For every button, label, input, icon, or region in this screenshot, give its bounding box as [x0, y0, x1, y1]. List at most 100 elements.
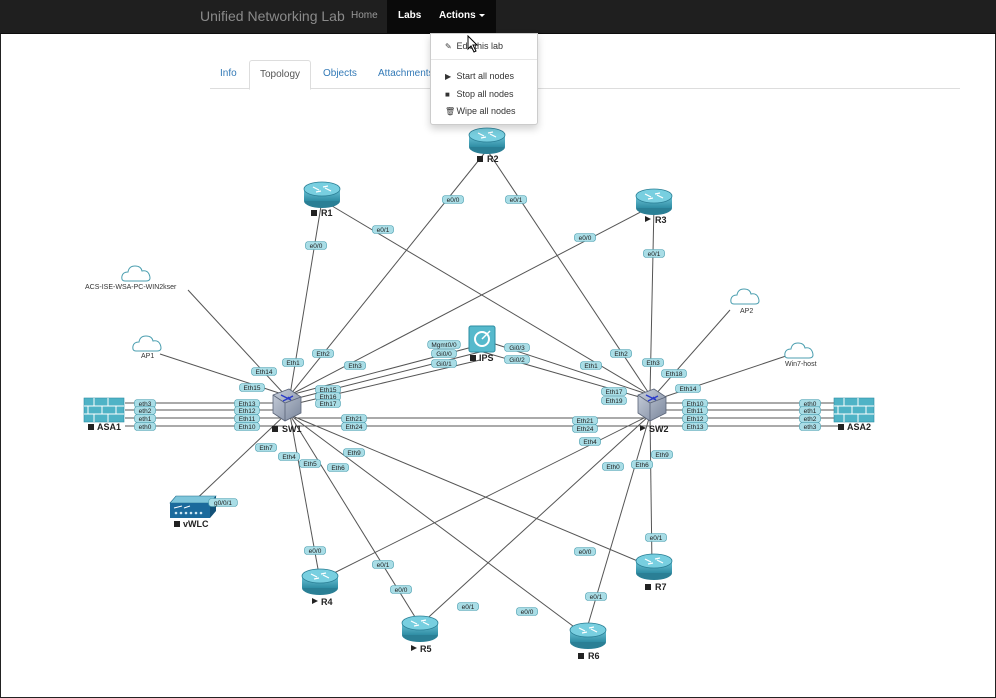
svg-text:e0/1: e0/1: [648, 251, 661, 258]
port-label-ips-g0: Gi0/0: [431, 349, 457, 358]
svg-text:Eth1: Eth1: [286, 360, 300, 367]
label-r1: R1: [311, 208, 333, 218]
port-label-sw1-eth21: Eth21: [341, 414, 367, 423]
svg-text:Eth3: Eth3: [348, 363, 362, 370]
port-label-sw1-eth4: Eth4: [278, 452, 300, 461]
port-label-sw2-eth24: Eth24: [572, 424, 598, 433]
svg-text:Eth0: Eth0: [606, 464, 620, 471]
svg-text:R7: R7: [655, 582, 667, 592]
stop-icon: ■: [445, 90, 450, 99]
svg-text:Eth24: Eth24: [577, 426, 594, 433]
menu-wipe-all[interactable]: 🗑 Wipe all nodes: [445, 104, 516, 118]
router-r1[interactable]: [303, 181, 341, 209]
svg-text:e0/0: e0/0: [395, 587, 408, 594]
label-r4: R4: [312, 597, 333, 607]
actions-dropdown: ✎ Edit this lab ▶ Start all nodes ■ Stop…: [430, 33, 538, 125]
firewall-asa2[interactable]: [833, 397, 875, 423]
cloud-ap2[interactable]: [730, 288, 760, 305]
cloud-acs[interactable]: [121, 265, 151, 282]
port-label-r5-a: e0/0: [390, 585, 412, 594]
port-label-ips-g2: Gi0/2: [504, 355, 530, 364]
label-asa2: ASA2: [838, 422, 871, 432]
switch-sw2[interactable]: [637, 388, 667, 422]
port-label-r4-a: e0/0: [304, 546, 326, 555]
port-label-sw2-eth14: Eth14: [675, 384, 701, 393]
port-label-sw1-eth12: Eth12: [234, 406, 260, 415]
switch-sw1[interactable]: [272, 388, 302, 422]
port-label-sw2-eth18: Eth18: [661, 369, 687, 378]
port-label-sw2-eth2: Eth2: [610, 349, 632, 358]
port-label-vwlc-g: g0/0/1: [208, 498, 238, 507]
svg-text:e0/1: e0/1: [377, 562, 390, 569]
svg-text:IPS: IPS: [479, 353, 494, 363]
svg-text:Eth6: Eth6: [331, 465, 345, 472]
router-r2[interactable]: [468, 127, 506, 155]
menu-stop-all[interactable]: ■ Stop all nodes: [445, 87, 514, 101]
cloud-ap1[interactable]: [132, 335, 162, 352]
router-r7[interactable]: [635, 553, 673, 581]
svg-text:e0/0: e0/0: [579, 549, 592, 556]
svg-text:Eth14: Eth14: [256, 369, 273, 376]
svg-text:g0/0/1: g0/0/1: [214, 500, 232, 507]
svg-text:e0/1: e0/1: [590, 594, 603, 601]
router-r5[interactable]: [401, 615, 439, 643]
svg-text:Eth12: Eth12: [687, 416, 704, 423]
menu-start-all[interactable]: ▶ Start all nodes: [445, 69, 514, 83]
svg-text:Eth6: Eth6: [635, 462, 649, 469]
svg-text:Eth14: Eth14: [680, 386, 697, 393]
label-r3: R3: [645, 215, 667, 225]
router-r3[interactable]: [635, 188, 673, 216]
port-label-ips-g1: Gi0/1: [431, 359, 457, 368]
svg-text:e0/1: e0/1: [462, 604, 475, 611]
port-label-r6-b: e0/1: [585, 592, 607, 601]
svg-text:Gi0/3: Gi0/3: [509, 345, 525, 352]
svg-text:R4: R4: [321, 597, 333, 607]
port-label-sw1-eth14: Eth14: [251, 367, 277, 376]
svg-text:e0/0: e0/0: [521, 609, 534, 616]
svg-text:Eth21: Eth21: [577, 418, 594, 425]
port-label-sw1-eth10: Eth10: [234, 422, 260, 431]
port-label-r4-b: e0/1: [372, 560, 394, 569]
svg-text:Eth10: Eth10: [239, 424, 256, 431]
port-label-asa2-e1: eth1: [799, 406, 821, 415]
port-label-sw1-eth9: Eth9: [343, 448, 365, 457]
svg-text:Eth11: Eth11: [687, 408, 704, 415]
svg-text:Eth5: Eth5: [303, 461, 317, 468]
port-label-sw1-eth7: Eth7: [255, 443, 277, 452]
cloud-win7[interactable]: [784, 342, 814, 359]
port-label-sw2-eth17: Eth17: [601, 387, 627, 396]
port-label-sw2-eth13: Eth13: [682, 422, 708, 431]
port-label-sw2-eth1: Eth1: [580, 361, 602, 370]
port-label-sw2-eth6: Eth6: [631, 460, 653, 469]
svg-text:e0/0: e0/0: [579, 235, 592, 242]
svg-text:eth1: eth1: [804, 408, 817, 415]
port-label-r2-a: e0/0: [442, 195, 464, 204]
router-r4[interactable]: [301, 568, 339, 596]
ips-node[interactable]: [468, 325, 496, 353]
svg-text:SW2: SW2: [649, 424, 669, 434]
port-label-sw1-eth1: Eth1: [282, 358, 304, 367]
svg-text:eth1: eth1: [139, 416, 152, 423]
port-label-sw1-eth2: Eth2: [312, 349, 334, 358]
link-layer: [125, 149, 838, 636]
port-label-r3-a: e0/0: [574, 233, 596, 242]
trash-icon: 🗑: [445, 107, 456, 116]
port-label-asa1-e2: eth2: [134, 406, 156, 415]
label-r6: R6: [578, 651, 600, 661]
svg-text:eth2: eth2: [804, 416, 817, 423]
svg-text:Eth2: Eth2: [316, 351, 330, 358]
port-label-r1-b: e0/1: [372, 225, 394, 234]
svg-text:Eth18: Eth18: [666, 371, 683, 378]
label-ap2: AP2: [740, 308, 753, 315]
svg-text:ASA2: ASA2: [847, 422, 871, 432]
port-label-sw2-eth12: Eth12: [682, 414, 708, 423]
router-r6[interactable]: [569, 622, 607, 650]
port-label-sw1-eth24: Eth24: [341, 422, 367, 431]
svg-text:Eth21: Eth21: [346, 416, 363, 423]
svg-text:Eth24: Eth24: [346, 424, 363, 431]
firewall-asa1[interactable]: [83, 397, 125, 423]
svg-text:e0/0: e0/0: [310, 243, 323, 250]
svg-text:Eth7: Eth7: [259, 445, 273, 452]
port-label-sw2-eth4: Eth4: [579, 437, 601, 446]
port-label-sw2-eth0: Eth0: [602, 462, 624, 471]
